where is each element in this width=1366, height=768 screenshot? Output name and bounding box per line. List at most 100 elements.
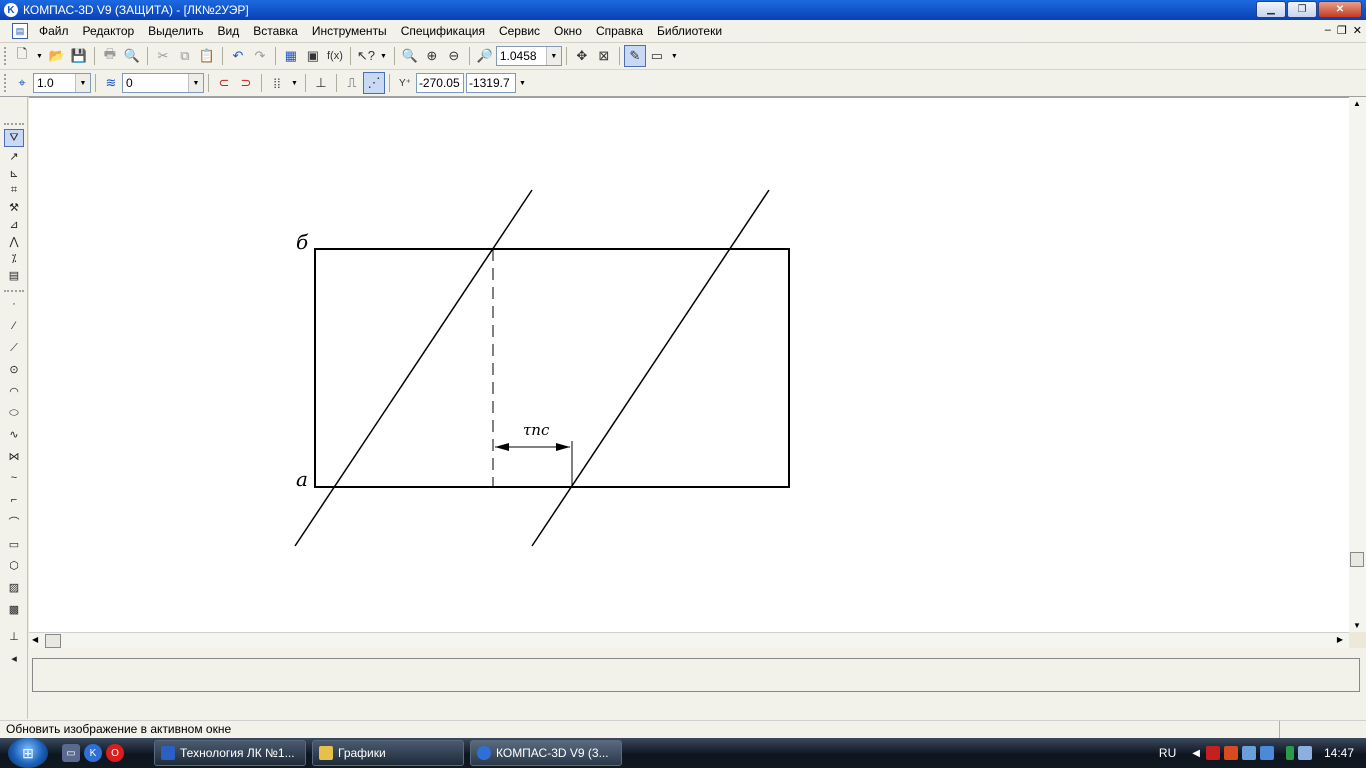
menu-view[interactable]: Вид	[211, 24, 247, 38]
opera-icon[interactable]: O	[106, 744, 124, 762]
parametrization-panel-icon[interactable]: ⚒	[4, 198, 24, 216]
menu-window[interactable]: Окно	[547, 24, 589, 38]
drawing-canvas[interactable]: б а τпс	[29, 97, 1349, 632]
parametric-mode-icon[interactable]: ⋰	[362, 72, 385, 94]
scroll-up-icon[interactable]: ▲	[1353, 99, 1361, 108]
open-folder-icon[interactable]: 📂	[46, 45, 68, 67]
property-panel[interactable]	[32, 658, 1360, 692]
chevron-down-icon[interactable]: ▼	[291, 80, 298, 87]
kompas-quicklaunch-icon[interactable]: K	[84, 744, 102, 762]
chevron-down-icon[interactable]: ▼	[75, 74, 90, 92]
menu-insert[interactable]: Вставка	[246, 24, 305, 38]
paste-icon[interactable]: 📋	[196, 45, 218, 67]
menu-help[interactable]: Справка	[589, 24, 650, 38]
copy-icon[interactable]: ⧉	[174, 45, 196, 67]
flash-icon[interactable]	[1223, 746, 1238, 760]
kompas-app-icon[interactable]: K	[4, 3, 18, 17]
doc-minimize-button[interactable]: –	[1325, 24, 1331, 37]
clock[interactable]: 14:47	[1324, 746, 1354, 760]
chevron-down-icon[interactable]: ▼	[380, 53, 387, 60]
menu-tools[interactable]: Инструменты	[305, 24, 394, 38]
grid-icon[interactable]: ⁞⁞	[266, 72, 288, 94]
dimensions-panel-icon[interactable]: ↗	[4, 147, 24, 165]
volume-icon[interactable]	[1297, 746, 1312, 760]
help-pointer-icon[interactable]: ↖?	[355, 45, 377, 67]
chevron-left-icon[interactable]: ◀	[1192, 748, 1200, 759]
doc-close-button[interactable]: ✕	[1353, 24, 1362, 37]
title-bar[interactable]: K КОМПАС-3D V9 (ЗАЩИТА) - [ЛК№2УЭР] ▁ ❐ …	[0, 0, 1366, 20]
network-icon[interactable]	[1241, 746, 1256, 760]
drawing-rectangle[interactable]	[314, 248, 790, 488]
chevron-down-icon[interactable]: ▼	[188, 74, 203, 92]
select-panel-icon[interactable]: ⋀	[4, 232, 24, 250]
zoom-window-icon[interactable]: 🔍	[399, 45, 421, 67]
new-document-icon[interactable]: 🗋	[11, 45, 33, 67]
document-icon[interactable]: ▤	[12, 23, 28, 39]
scroll-down-icon[interactable]: ▼	[1353, 621, 1361, 630]
bezier-icon[interactable]: ~	[4, 469, 24, 487]
doc-restore-button[interactable]: ❐	[1337, 24, 1347, 37]
toolbar-grip[interactable]	[4, 74, 7, 92]
zoom-out-icon[interactable]: ⊖	[443, 45, 465, 67]
coord-x-field[interactable]: -270.05	[415, 73, 464, 93]
undo-icon[interactable]: ↶	[227, 45, 249, 67]
chevron-down-icon[interactable]: ▼	[545, 47, 561, 65]
fillet-icon[interactable]: ⌒	[4, 513, 24, 531]
cut-icon[interactable]: ✂	[152, 45, 174, 67]
layers-icon[interactable]: ≋	[100, 72, 122, 94]
coord-y-field[interactable]: -1319.7	[465, 73, 516, 93]
polyline-icon[interactable]: ⋈	[4, 447, 24, 465]
menu-specification[interactable]: Спецификация	[394, 24, 492, 38]
local-snap-magnet-icon[interactable]: ⊃	[235, 72, 257, 94]
vertical-scroll-thumb[interactable]	[1350, 552, 1364, 567]
chamfer-icon[interactable]: ⌐	[4, 491, 24, 509]
local-cs-icon[interactable]: ⊥	[310, 72, 332, 94]
task-folder[interactable]: Графики	[312, 740, 464, 766]
zoom-in-icon[interactable]: ⊕	[421, 45, 443, 67]
spline-icon[interactable]: ∿	[4, 425, 24, 443]
polygon-icon[interactable]: ⬡	[4, 556, 24, 574]
notation-panel-icon[interactable]: ⊾	[4, 164, 24, 182]
task-word[interactable]: Технология ЛК №1...	[154, 740, 306, 766]
redo-icon[interactable]: ↷	[249, 45, 271, 67]
zoom-scale-icon[interactable]: 🔎	[474, 45, 496, 67]
zoom-combo[interactable]: 1.0458 ▼	[495, 46, 562, 66]
chevron-down-icon[interactable]: ▼	[36, 53, 43, 60]
chevron-down-icon[interactable]: ▼	[671, 53, 678, 60]
task-kompas[interactable]: КОМПАС-3D V9 (3...	[470, 740, 622, 766]
show-desktop-icon[interactable]: ▭	[62, 744, 80, 762]
print-preview-icon[interactable]: 🔍	[121, 45, 143, 67]
menu-file[interactable]: Файл	[32, 24, 76, 38]
battery-icon[interactable]	[1285, 746, 1294, 760]
horizontal-scroll-thumb[interactable]	[45, 634, 61, 648]
ortho-mode-icon[interactable]: ⎍	[341, 72, 363, 94]
horizontal-scrollbar[interactable]: ◀ ▶	[29, 632, 1349, 648]
reports-panel-icon[interactable]: ▤	[4, 266, 24, 284]
coordinates-icon[interactable]: Y⁺	[394, 72, 416, 94]
display-mode-icon[interactable]: ▭	[646, 45, 668, 67]
arc-icon[interactable]: ◠	[4, 382, 24, 400]
point-icon[interactable]: ·	[4, 295, 24, 313]
measure-panel-icon[interactable]: ⊿	[4, 215, 24, 233]
scroll-left-icon[interactable]: ◀	[32, 635, 38, 644]
chevron-down-icon[interactable]: ▼	[519, 80, 526, 87]
vertical-scrollbar[interactable]: ▲ ▼	[1349, 97, 1366, 632]
snap-magnet-icon[interactable]: ⊂	[213, 72, 235, 94]
variables-icon[interactable]: ▣	[302, 45, 324, 67]
manager-icon[interactable]: ▦	[280, 45, 302, 67]
auxiliary-line-icon[interactable]: ⁄	[4, 317, 24, 335]
diagonal-line-right[interactable]	[531, 189, 770, 547]
circle-icon[interactable]: ⊙	[4, 360, 24, 378]
segment-icon[interactable]: ⟋	[4, 339, 24, 357]
show-all-icon[interactable]: ⊠	[593, 45, 615, 67]
scroll-right-icon[interactable]: ▶	[1337, 635, 1343, 644]
antivirus-icon[interactable]	[1205, 746, 1220, 760]
fill-icon[interactable]: ▩	[4, 600, 24, 618]
print-icon[interactable]: 🖶	[99, 45, 121, 67]
function-icon[interactable]: f(x)	[324, 45, 346, 67]
editing-panel-icon[interactable]: ⌗	[4, 181, 24, 199]
menu-select[interactable]: Выделить	[141, 24, 210, 38]
chevron-left-icon[interactable]: ◂	[4, 649, 24, 667]
close-button[interactable]: ✕	[1318, 1, 1362, 18]
pan-icon[interactable]: ✥	[571, 45, 593, 67]
